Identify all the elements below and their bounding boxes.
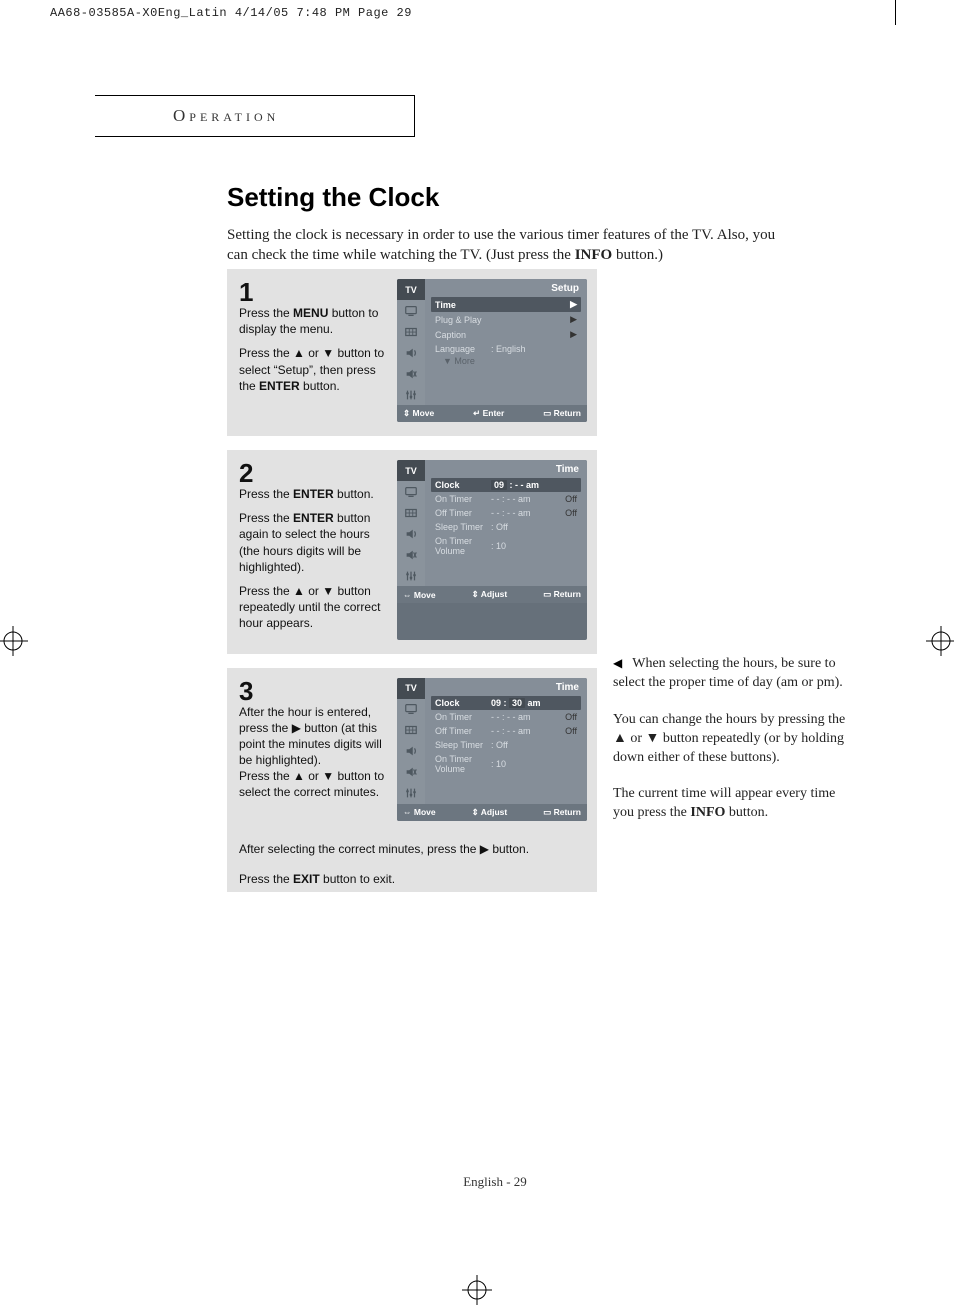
osd-tab-icon (397, 783, 425, 804)
osd-tab-tv: TV (397, 279, 425, 300)
side-note: The current time will appear every time … (613, 785, 853, 823)
osd-row: Sleep Timer : Off (431, 738, 581, 752)
step-number: 3 (239, 678, 387, 704)
osd-tab-icon (397, 384, 425, 405)
osd-tab-icon (397, 720, 425, 741)
osd-bottom-bar: ⇔ Move ⇕ Adjust ▭ Return (397, 804, 587, 821)
registration-mark-icon (0, 626, 28, 656)
osd-tabs: TV (397, 678, 425, 804)
osd-hint-move: ⇔ Move (403, 807, 436, 818)
osd-hint-mid: ↵ Enter (473, 408, 504, 419)
side-note: You can change the hours by pressing the… (613, 711, 853, 768)
osd-title: Setup (431, 282, 581, 297)
osd-tab-tv: TV (397, 460, 425, 481)
page-content: Operation Setting the Clock Setting the … (95, 25, 895, 1285)
osd-tab-icon (397, 544, 425, 565)
osd-row: On Timer Volume : 10 (431, 534, 581, 558)
registration-mark-icon (926, 626, 954, 656)
step-extra: After selecting the correct minutes, pre… (227, 835, 597, 893)
osd-title: Time (431, 463, 581, 478)
print-header: AA68-03585A-X0Eng_Latin 4/14/05 7:48 PM … (50, 6, 412, 20)
osd-row: Off Timer - - : - - am Off (431, 506, 581, 520)
step-number: 1 (239, 279, 387, 305)
osd-row: Clock 09 : - - am (431, 478, 581, 492)
step-body: 2 Press the ENTER button.Press the ENTER… (239, 460, 387, 640)
step-body: 1 Press the MENU button to display the m… (239, 279, 387, 422)
osd-hint-return: ▭ Return (543, 807, 581, 818)
osd-hint-return: ▭ Return (543, 589, 581, 600)
osd-screenshot: TV Time Clock 09 : 30 am On Timer - - : … (397, 678, 587, 821)
osd-hint-return: ▭ Return (543, 408, 581, 419)
osd-tab-icon (397, 741, 425, 762)
osd-hint-mid: ⇕ Adjust (472, 807, 508, 818)
osd-hint-move: ⇔ Move (403, 589, 436, 600)
osd-tab-icon (397, 321, 425, 342)
osd-row: On Timer Volume : 10 (431, 752, 581, 776)
osd-screenshot: TV Setup Time ▶ Plug & Play ▶ Caption ▶ … (397, 279, 587, 422)
osd-tab-icon (397, 502, 425, 523)
osd-tabs: TV (397, 460, 425, 586)
osd-row: Sleep Timer : Off (431, 520, 581, 534)
osd-hint-move: ⇕ Move (403, 408, 434, 419)
osd-row: Time ▶ (431, 297, 581, 312)
step-number: 2 (239, 460, 387, 486)
osd-tabs: TV (397, 279, 425, 405)
step-body: 3 After the hour is entered, press the ▶… (239, 678, 387, 821)
intro-text: Setting the clock is necessary in order … (227, 225, 787, 266)
osd-row: Caption ▶ (431, 327, 581, 342)
osd-title: Time (431, 681, 581, 696)
osd-bottom-bar: ⇕ Move ↵ Enter ▭ Return (397, 405, 587, 422)
osd-tab-tv: TV (397, 678, 425, 699)
step-block: 2 Press the ENTER button.Press the ENTER… (227, 450, 597, 654)
osd-tab-icon (397, 342, 425, 363)
osd-row: Language : English (431, 342, 581, 356)
osd-tab-icon (397, 523, 425, 544)
osd-bottom-bar: ⇔ Move ⇕ Adjust ▭ Return (397, 586, 587, 603)
section-header: Operation (95, 95, 415, 137)
osd-tab-icon (397, 762, 425, 783)
page-title: Setting the Clock (227, 182, 439, 213)
step-block: 1 Press the MENU button to display the m… (227, 269, 597, 436)
osd-row: Plug & Play ▶ (431, 312, 581, 327)
side-note: When selecting the hours, be sure to sel… (613, 655, 853, 693)
side-notes: When selecting the hours, be sure to sel… (613, 655, 853, 841)
osd-tab-icon (397, 699, 425, 720)
osd-row: Off Timer - - : - - am Off (431, 724, 581, 738)
osd-row: On Timer - - : - - am Off (431, 710, 581, 724)
osd-tab-icon (397, 300, 425, 321)
osd-hint-mid: ⇕ Adjust (472, 589, 508, 600)
osd-tab-icon (397, 363, 425, 384)
osd-tab-icon (397, 565, 425, 586)
osd-row: Clock 09 : 30 am (431, 696, 581, 710)
osd-screenshot: TV Time Clock 09 : - - am On Timer - - :… (397, 460, 587, 640)
step-block: 3 After the hour is entered, press the ▶… (227, 668, 597, 835)
steps-column: 1 Press the MENU button to display the m… (227, 269, 597, 906)
osd-more: More (431, 356, 581, 366)
osd-tab-icon (397, 481, 425, 502)
osd-row: On Timer - - : - - am Off (431, 492, 581, 506)
page-footer: English - 29 (95, 1174, 895, 1190)
crop-mark (895, 0, 896, 25)
